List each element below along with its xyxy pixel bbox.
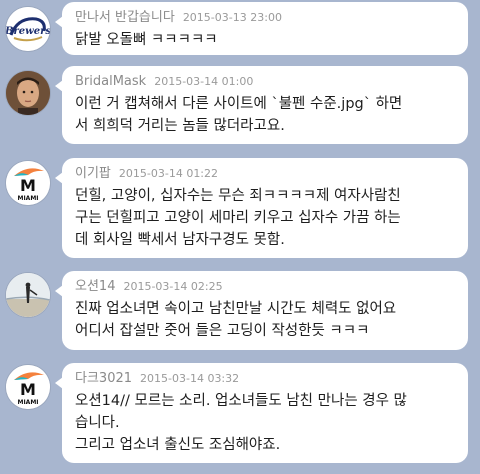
comment-bubble: 만나서 반갑습니다 2015-03-13 23:00 닭발 오돌뼈 ㅋㅋㅋㅋㅋ [55,2,468,55]
comment-bubble: 오션14 2015-03-14 02:25 진짜 업소녀면 속이고 남친만날 시간… [55,271,468,350]
comment-line: 오션14// 모르는 소리. 업소녀들도 남친 만나는 경우 많 [75,393,407,409]
svg-text:Brewers: Brewers [6,26,50,37]
comment-line: 닭발 오돌뼈 ㅋㅋㅋㅋㅋ [75,32,218,48]
profile-photo-icon [6,71,50,115]
comment-text: 진짜 업소녀면 속이고 남친만날 시간도 체력도 없어요 어디서 잡설만 줏어 … [75,298,458,342]
marlins-logo-icon: M MIAMI [6,365,50,409]
timestamp: 2015-03-13 23:00 [182,11,282,24]
comment-line: 서 희희덕 거리는 놈들 많더라고요. [75,118,285,134]
comment-header: 다크3021 2015-03-14 03:32 [75,370,458,387]
comment-header: BridalMask 2015-03-14 01:00 [75,73,458,90]
author-name[interactable]: BridalMask [75,74,146,89]
avatar[interactable] [6,71,50,115]
comment-text: 이런 거 캡쳐해서 다른 사이트에 `불펜 수준.jpg` 하면 서 희희덕 거… [75,93,458,137]
comment-header: 만나서 반갑습니다 2015-03-13 23:00 [75,9,458,26]
comment-line: 구는 던힐피고 고양이 세마리 키우고 십자수 가끔 하는 [75,210,401,226]
comment-bubble: 다크3021 2015-03-14 03:32 오션14// 모르는 소리. 업소… [55,363,468,463]
logo-lettering: MIAMI [17,399,38,406]
author-name[interactable]: 오션14 [75,279,115,294]
comment-line: 이런 거 캡쳐해서 다른 사이트에 `불펜 수준.jpg` 하면 [75,96,403,112]
comment-text: 오션14// 모르는 소리. 업소녀들도 남친 만나는 경우 많 습니다. 그리… [75,390,458,456]
avatar[interactable] [6,273,50,317]
comment-bubble: BridalMask 2015-03-14 01:00 이런 거 캡쳐해서 다른 … [55,66,468,144]
comment-text: 던힐, 고양이, 십자수는 무슨 죄ㅋㅋㅋㅋ제 여자사람친 구는 던힐피고 고양… [75,185,458,251]
comment-line: 던힐, 고양이, 십자수는 무슨 죄ㅋㅋㅋㅋ제 여자사람친 [75,188,401,204]
timestamp: 2015-03-14 01:22 [118,167,219,180]
logo-lettering: MIAMI [17,195,38,202]
avatar[interactable]: M MIAMI [6,161,50,205]
svg-text:M: M [20,176,36,195]
avatar[interactable]: M MIAMI [6,365,50,409]
timestamp: 2015-03-14 03:32 [140,372,240,385]
brewers-logo-icon: Brewers [6,7,50,51]
author-name[interactable]: 만나서 반갑습니다 [75,10,175,25]
timestamp: 2015-03-14 01:00 [154,75,254,88]
comment-bubble: 이기팝 2015-03-14 01:22 던힐, 고양이, 십자수는 무슨 죄ㅋㅋ… [55,158,468,258]
author-name[interactable]: 이기팝 [75,166,111,181]
timestamp: 2015-03-14 02:25 [123,280,223,293]
comment-line: 진짜 업소녀면 속이고 남친만날 시간도 체력도 없어요 [75,301,397,317]
comment-line: 데 회사일 빡세서 남자구경도 못함. [75,232,285,248]
comment-header: 이기팝 2015-03-14 01:22 [75,165,458,182]
comment-text: 닭발 오돌뼈 ㅋㅋㅋㅋㅋ [75,29,458,51]
beach-photo-icon [6,273,50,317]
comment-header: 오션14 2015-03-14 02:25 [75,278,458,295]
marlins-logo-icon: M MIAMI [6,161,50,205]
avatar[interactable]: Brewers [6,7,50,51]
comment-line: 그리고 업소녀 출신도 조심해야죠. [75,437,281,453]
comment-line: 어디서 잡설만 줏어 들은 고딩이 작성한듯 ㅋㅋㅋ [75,323,370,339]
svg-text:M: M [20,380,36,399]
author-name[interactable]: 다크3021 [75,371,132,386]
comment-line: 습니다. [75,415,120,431]
